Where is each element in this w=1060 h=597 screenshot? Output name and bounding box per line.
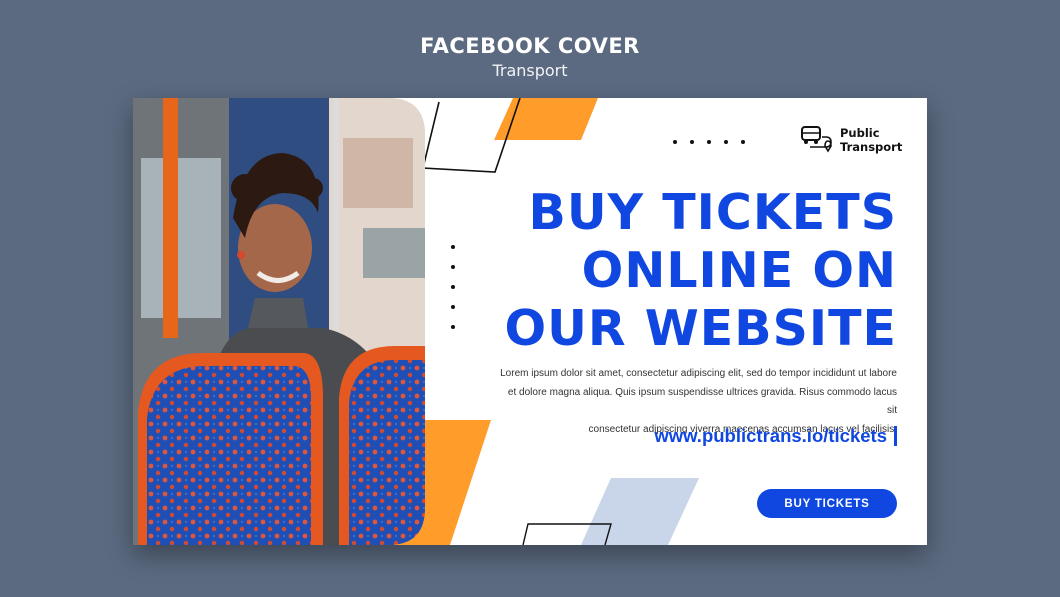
headline-line-3: OUR WEBSITE (504, 300, 897, 357)
hero-photo (133, 98, 425, 545)
dots-vertical (451, 245, 455, 329)
website-url-text[interactable]: www.publictrans.io/tickets (654, 425, 887, 447)
text-cursor-icon (894, 426, 897, 446)
website-url[interactable]: www.publictrans.io/tickets (654, 425, 897, 447)
body-line-1: Lorem ipsum dolor sit amet, consectetur … (500, 368, 897, 379)
page-subtitle: Transport (492, 61, 568, 80)
buy-tickets-button[interactable]: BUY TICKETS (757, 489, 897, 518)
headline-line-1: BUY TICKETS (528, 184, 897, 241)
page-header: FACEBOOK COVER Transport (0, 34, 1060, 80)
headline-line-2: ONLINE ON (581, 242, 897, 299)
logo-line-1: Public (840, 126, 880, 140)
dots-horizontal (673, 140, 745, 144)
brand-logo: Public Transport (800, 124, 902, 156)
bus-route-icon (801, 126, 832, 153)
page-title: FACEBOOK COVER (420, 34, 640, 58)
headline: BUY TICKETS ONLINE ON OUR WEBSITE (504, 184, 897, 358)
body-line-2: et dolore magna aliqua. Quis ipsum suspe… (507, 386, 897, 417)
facebook-cover: Public Transport BUY TICKETS ONLINE ON O… (133, 98, 927, 545)
logo-line-2: Transport (840, 140, 903, 154)
